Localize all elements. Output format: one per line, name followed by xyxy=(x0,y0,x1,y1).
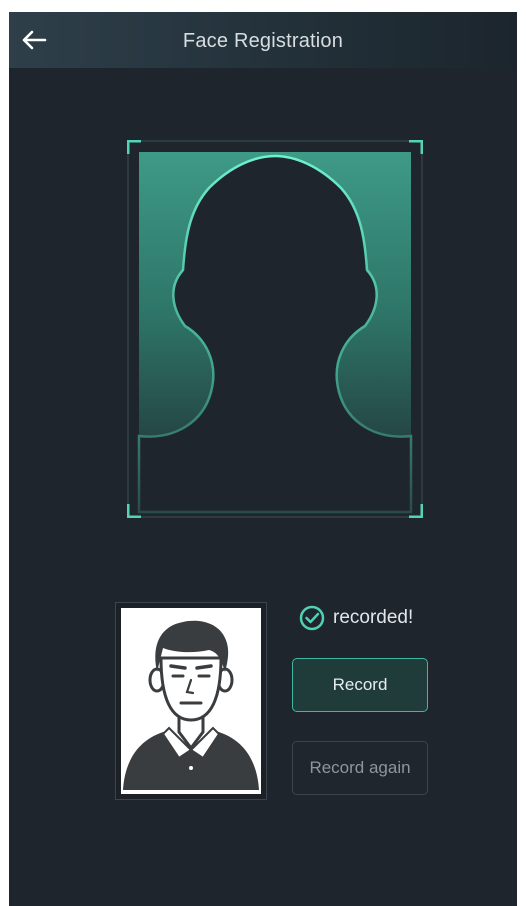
record-again-button[interactable]: Record again xyxy=(292,741,428,795)
page-title: Face Registration xyxy=(182,30,344,52)
man-portrait-avatar xyxy=(123,620,259,790)
record-button[interactable]: Record xyxy=(292,658,428,712)
app-header: Face Registration xyxy=(9,12,517,68)
face-capture-frame xyxy=(126,139,424,519)
check-circle-icon xyxy=(299,605,325,631)
record-again-button-label: Record again xyxy=(309,758,411,777)
face-registration-screen: Face Registration recorded! Record Recor… xyxy=(9,12,517,906)
status-text: recorded! xyxy=(333,607,414,628)
captured-photo-preview xyxy=(115,602,267,800)
record-button-label: Record xyxy=(332,675,388,694)
recorded-status: recorded! xyxy=(299,602,413,634)
